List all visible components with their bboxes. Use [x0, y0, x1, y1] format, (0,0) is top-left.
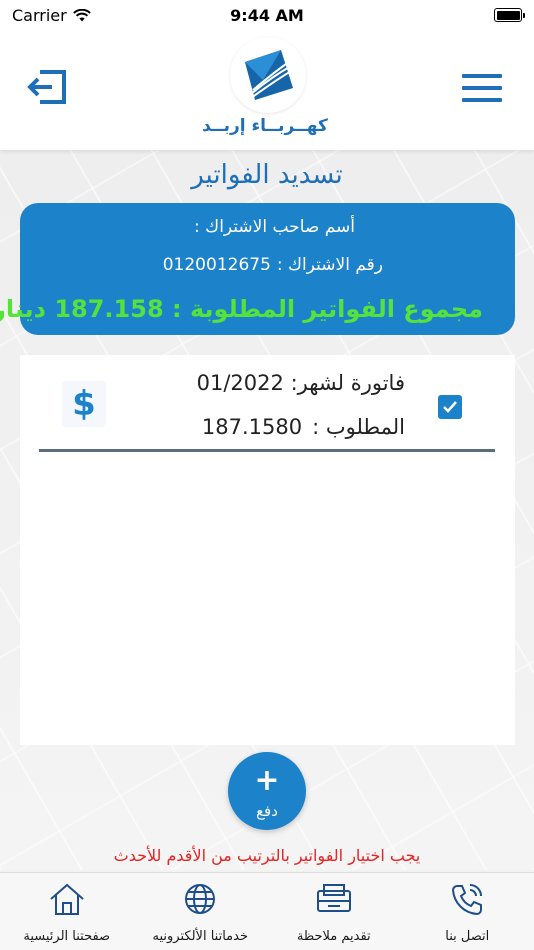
owner-name-label: أسم صاحب الاشتراك :	[194, 217, 355, 237]
menu-button[interactable]	[462, 74, 502, 102]
globe-icon	[185, 884, 216, 914]
bill-amount: المطلوب : 187.1580	[202, 415, 405, 439]
bill-amount-value: 187.1580	[201, 415, 303, 439]
nav-home-label: صفحتنا الرئيسية	[23, 929, 111, 944]
subscription-number: 0120012675	[162, 255, 271, 275]
nav-submit-feedback-label: تقديم ملاحظة	[296, 929, 371, 944]
subscription-label: رقم الاشتراك :	[276, 255, 383, 275]
nav-contact-us[interactable]: اتصل بنا	[401, 873, 534, 950]
nav-e-services[interactable]: خدماتنا الألكترونيه	[134, 873, 268, 950]
subscription-summary-card: أسم صاحب الاشتراك : رقم الاشتراك : 01200…	[0, 203, 515, 335]
bill-amount-label: المطلوب :	[312, 415, 405, 439]
checkmark-icon	[443, 401, 457, 413]
home-icon	[50, 883, 84, 915]
bill-month-value: 01/2022	[196, 371, 284, 395]
app-header: كهــربــاء إربــد	[0, 30, 534, 150]
bill-month-label: فاتورة لشهر:	[290, 371, 405, 395]
pay-button-label: دفع	[256, 802, 278, 820]
bottom-navigation: اتصل بنا تقديم ملاحظة خدماتنا الألكتروني…	[0, 872, 534, 950]
carrier-label: Carrier	[12, 5, 67, 25]
logo-mark-icon	[245, 50, 294, 100]
plus-icon: +	[254, 763, 280, 798]
hamburger-icon	[462, 74, 502, 78]
bill-divider	[39, 449, 495, 452]
currency-label: دينار	[0, 295, 46, 323]
logo-text: كهــربــاء إربــد	[202, 116, 328, 136]
logout-icon[interactable]	[26, 70, 68, 104]
bill-order-note: يجب اختيار الفواتير بالترتيب من الأقدم ل…	[113, 846, 421, 865]
company-logo	[230, 37, 306, 113]
total-value: 187.158	[54, 295, 164, 323]
wifi-icon	[72, 8, 91, 21]
nav-home[interactable]: صفحتنا الرئيسية	[0, 873, 134, 950]
bill-month: فاتورة لشهر: 01/2022	[197, 371, 405, 395]
phone-icon	[452, 884, 483, 916]
total-due: مجموع الفواتير المطلوبة : 187.158 دينار	[0, 295, 483, 323]
pay-button[interactable]: + دفع	[228, 752, 306, 830]
battery-icon	[494, 8, 525, 22]
feedback-icon	[316, 884, 351, 912]
page-title: تسديد الفواتير	[191, 160, 343, 190]
subscription-number-row: رقم الاشتراك : 0120012675	[163, 255, 383, 275]
status-bar: Carrier 9:44 AM	[0, 0, 534, 30]
nav-submit-feedback[interactable]: تقديم ملاحظة	[267, 873, 401, 950]
bill-select-checkbox[interactable]	[438, 395, 462, 419]
dollar-icon: $	[62, 381, 106, 427]
total-label: مجموع الفواتير المطلوبة :	[172, 295, 483, 323]
nav-contact-us-label: اتصل بنا	[445, 929, 490, 944]
bills-list: فاتورة لشهر: 01/2022 المطلوب : 187.1580 …	[20, 355, 515, 745]
nav-e-services-label: خدماتنا الألكترونيه	[152, 929, 248, 944]
bill-item[interactable]: فاتورة لشهر: 01/2022 المطلوب : 187.1580 …	[20, 355, 515, 453]
